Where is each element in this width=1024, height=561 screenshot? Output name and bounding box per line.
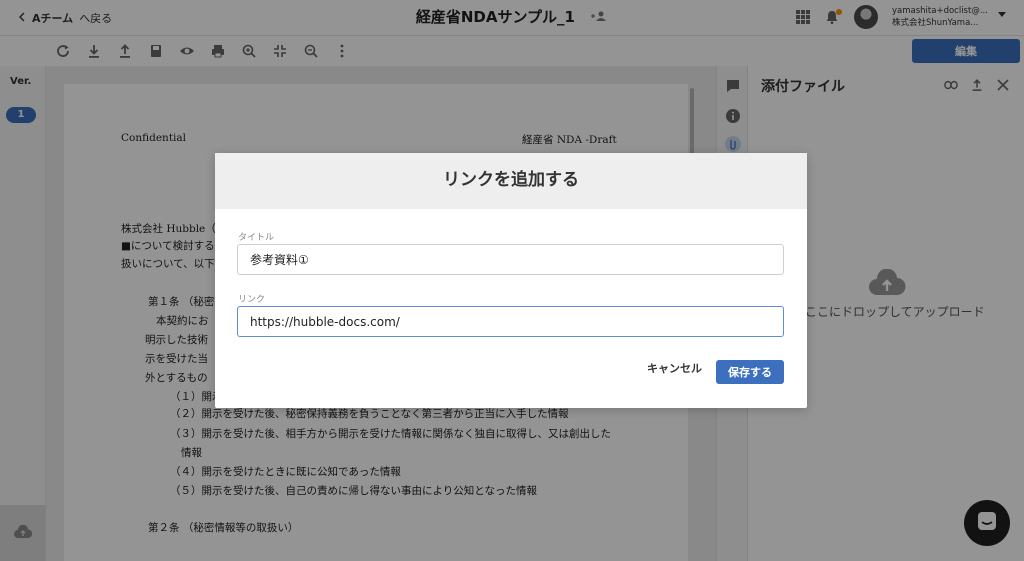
save-button[interactable]: 保存する [716,360,784,384]
dialog-header: リンクを追加する [215,153,807,209]
add-link-dialog: リンクを追加する タイトル リンク キャンセル 保存する [215,153,807,408]
link-field-label: リンク [238,295,266,305]
cancel-button[interactable]: キャンセル [647,360,702,376]
title-field-label: タイトル [238,233,275,243]
link-field[interactable] [237,306,784,337]
app-background: Aチーム へ戻る 経産省NDAサンプル_1 yamashita+doclist@… [0,0,1024,561]
title-field[interactable] [237,244,784,275]
dialog-title: リンクを追加する [443,170,579,190]
